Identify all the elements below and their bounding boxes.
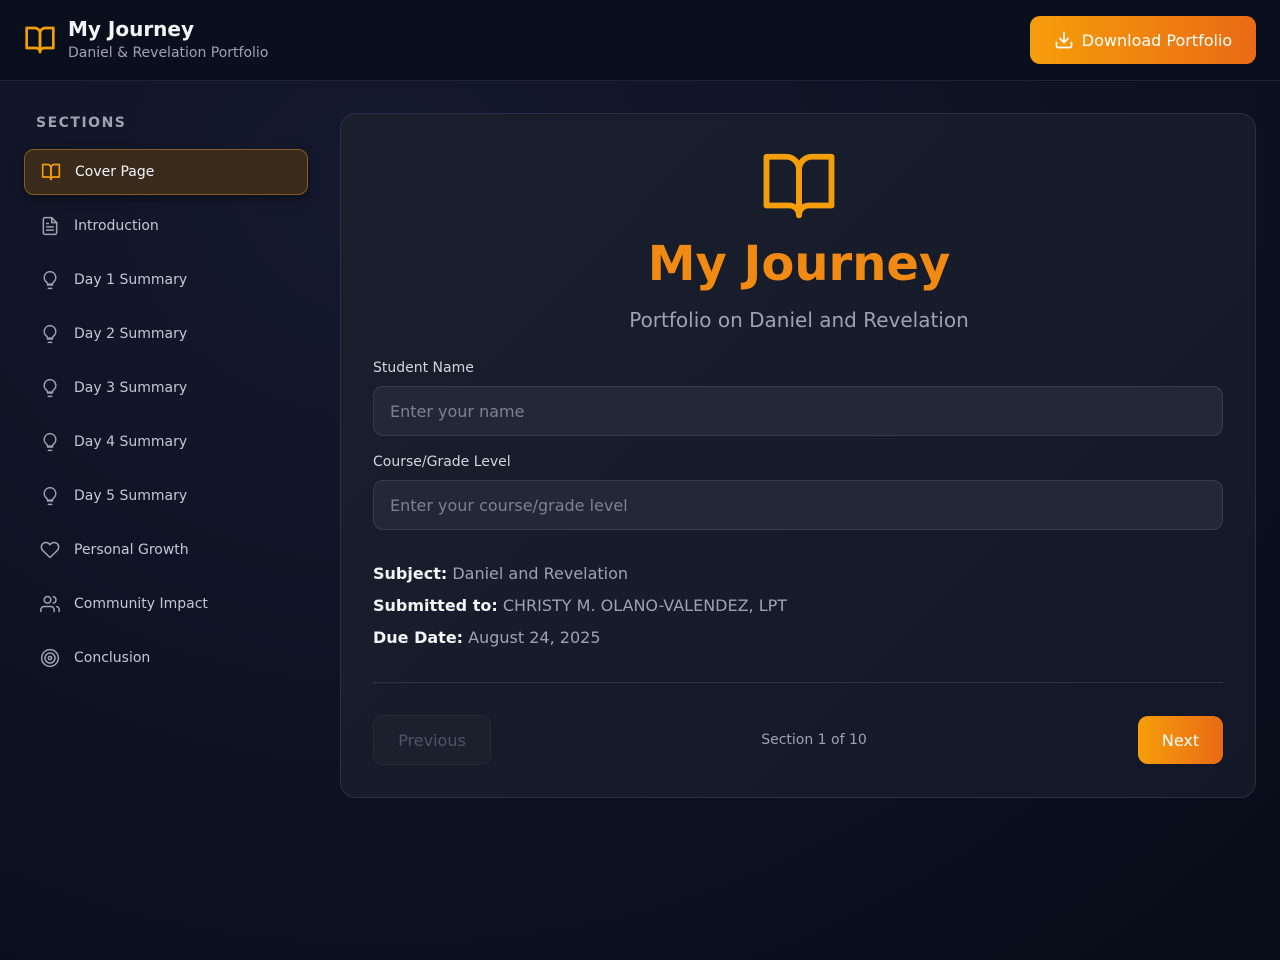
- sidebar: SECTIONS Cover Page Introduction Day 1 S…: [0, 81, 320, 960]
- download-icon: [1055, 31, 1073, 49]
- sidebar-item-personal-growth[interactable]: Personal Growth: [24, 527, 308, 573]
- subject-label: Subject:: [373, 564, 448, 583]
- next-button[interactable]: Next: [1138, 716, 1223, 764]
- section-counter: Section 1 of 10: [761, 732, 867, 748]
- sidebar-item-label: Community Impact: [74, 596, 208, 612]
- sidebar-item-label: Day 1 Summary: [74, 272, 188, 288]
- sidebar-item-label: Day 4 Summary: [74, 434, 188, 450]
- due-date-value: August 24, 2025: [468, 628, 601, 647]
- cover-subtitle: Portfolio on Daniel and Revelation: [629, 308, 969, 332]
- submitted-to-label: Submitted to:: [373, 596, 498, 615]
- lightbulb-icon: [43, 324, 57, 344]
- sidebar-item-day-4-summary[interactable]: Day 4 Summary: [24, 419, 308, 465]
- sidebar-item-label: Conclusion: [74, 650, 151, 666]
- due-date-label: Due Date:: [373, 628, 464, 647]
- sidebar-item-label: Day 5 Summary: [74, 488, 188, 504]
- subject-value: Daniel and Revelation: [452, 564, 629, 583]
- sidebar-item-label: Day 3 Summary: [74, 380, 188, 396]
- cover-title: My Journey: [647, 236, 951, 292]
- sidebar-item-label: Personal Growth: [74, 542, 189, 558]
- previous-button[interactable]: Previous: [373, 715, 491, 765]
- lightbulb-icon: [43, 270, 57, 290]
- submitted-to-value: CHRISTY M. OLANO-VALENDEZ, LPT: [502, 596, 788, 615]
- cover-page-card: My Journey Portfolio on Daniel and Revel…: [340, 113, 1256, 798]
- student-name-label: Student Name: [373, 360, 474, 376]
- sidebar-item-day-1-summary[interactable]: Day 1 Summary: [24, 257, 308, 303]
- submitted-to-line: Submitted to: CHRISTY M. OLANO-VALENDEZ,…: [373, 596, 787, 615]
- due-date-line: Due Date: August 24, 2025: [373, 628, 601, 647]
- sidebar-item-label: Day 2 Summary: [74, 326, 188, 342]
- target-icon: [40, 648, 60, 668]
- sidebar-item-day-3-summary[interactable]: Day 3 Summary: [24, 365, 308, 411]
- sidebar-item-introduction[interactable]: Introduction: [24, 203, 308, 249]
- lightbulb-icon: [43, 378, 57, 398]
- subject-line: Subject: Daniel and Revelation: [373, 564, 628, 583]
- sidebar-item-label: Introduction: [74, 218, 159, 234]
- divider: [373, 682, 1223, 683]
- open-book-icon: [41, 163, 61, 181]
- sidebar-item-day-2-summary[interactable]: Day 2 Summary: [24, 311, 308, 357]
- users-icon: [40, 595, 60, 613]
- lightbulb-icon: [43, 486, 57, 506]
- document-icon: [42, 216, 58, 236]
- app-title: My Journey: [68, 17, 195, 41]
- sidebar-heading: SECTIONS: [36, 115, 127, 131]
- download-portfolio-label: Download Portfolio: [1081, 30, 1233, 50]
- sidebar-item-cover-page[interactable]: Cover Page: [24, 149, 308, 195]
- heart-icon: [40, 541, 60, 559]
- course-grade-label: Course/Grade Level: [373, 454, 511, 470]
- sidebar-item-conclusion[interactable]: Conclusion: [24, 635, 308, 681]
- open-book-icon: [763, 153, 835, 219]
- open-book-icon: [25, 26, 55, 54]
- sidebar-item-community-impact[interactable]: Community Impact: [24, 581, 308, 627]
- course-grade-input[interactable]: [373, 480, 1223, 530]
- app-subtitle: Daniel & Revelation Portfolio: [68, 45, 269, 61]
- sidebar-item-day-5-summary[interactable]: Day 5 Summary: [24, 473, 308, 519]
- sidebar-item-label: Cover Page: [75, 164, 155, 180]
- student-name-input[interactable]: [373, 386, 1223, 436]
- download-portfolio-button[interactable]: Download Portfolio: [1030, 16, 1256, 64]
- top-header: My Journey Daniel & Revelation Portfolio…: [0, 0, 1280, 81]
- lightbulb-icon: [43, 432, 57, 452]
